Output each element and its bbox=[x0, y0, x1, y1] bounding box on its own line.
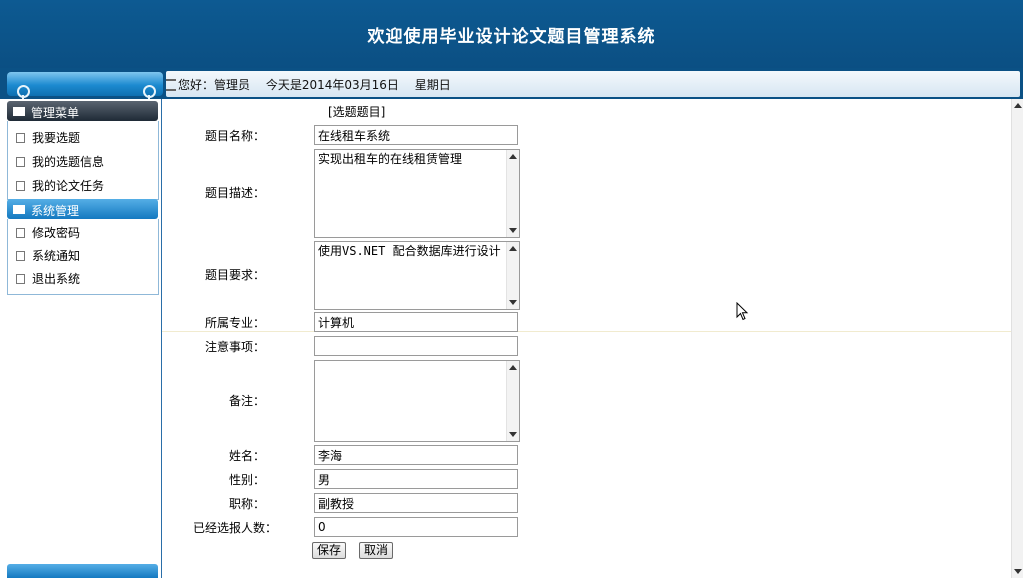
scroll-down-icon bbox=[509, 300, 517, 305]
gender-input[interactable] bbox=[314, 469, 518, 489]
top-bar: 您好：管理员 今天是2014年03月16日 星期日 bbox=[0, 68, 1023, 103]
sidebar: 管理菜单 我要选题 我的选题信息 我的论文任务 系统管理 修改密码 系统通知 退… bbox=[0, 99, 162, 578]
document-icon bbox=[16, 181, 25, 191]
clip-icon bbox=[143, 85, 156, 103]
form-title: [选题题目] bbox=[328, 105, 386, 119]
topic-name-input[interactable] bbox=[314, 125, 518, 145]
sidebar-item-label: 我的选题信息 bbox=[32, 155, 105, 169]
sidebar-footer bbox=[7, 564, 158, 578]
textarea-scrollbar[interactable] bbox=[506, 242, 519, 309]
sidebar-item-system-notice[interactable]: 系统通知 bbox=[16, 247, 80, 264]
gender-label: 性别： bbox=[228, 473, 265, 487]
topic-desc-text: 实现出租车的在线租赁管理 bbox=[318, 152, 463, 166]
title-rank-input[interactable] bbox=[314, 493, 518, 513]
clip-icon bbox=[17, 85, 30, 103]
scroll-up-icon bbox=[509, 365, 517, 370]
menu-header: 管理菜单 bbox=[7, 101, 158, 121]
topic-req-textarea[interactable]: 使用VS.NET 配合数据库进行设计 bbox=[314, 241, 520, 310]
sidebar-item-my-topic-info[interactable]: 我的选题信息 bbox=[16, 153, 104, 170]
notes-input[interactable] bbox=[314, 336, 518, 356]
sidebar-item-label: 修改密码 bbox=[32, 226, 81, 240]
topic-desc-label: 题目描述： bbox=[204, 186, 265, 200]
notes-label: 注意事项： bbox=[204, 340, 265, 354]
system-icon bbox=[13, 205, 25, 214]
mouse-cursor-icon bbox=[736, 302, 749, 321]
sidebar-item-select-topic[interactable]: 我要选题 bbox=[16, 129, 80, 146]
document-icon bbox=[16, 251, 25, 261]
sidebar-item-logout[interactable]: 退出系统 bbox=[16, 270, 80, 287]
selected-count-input[interactable] bbox=[314, 517, 518, 537]
textarea-scrollbar[interactable] bbox=[506, 361, 519, 441]
sidebar-item-label: 退出系统 bbox=[32, 272, 81, 286]
document-icon bbox=[16, 157, 25, 167]
selected-count-label: 已经选报人数： bbox=[192, 521, 277, 535]
app-title: 欢迎使用毕业设计论文题目管理系统 bbox=[367, 27, 656, 47]
scroll-down-icon bbox=[1014, 569, 1022, 574]
scroll-down-icon bbox=[509, 228, 517, 233]
save-button[interactable]: 保存 bbox=[312, 542, 347, 559]
topic-name-label: 题目名称： bbox=[204, 129, 265, 143]
name-label: 姓名： bbox=[228, 449, 265, 463]
topic-desc-textarea[interactable]: 实现出租车的在线租赁管理 bbox=[314, 149, 520, 238]
scroll-up-icon bbox=[1014, 103, 1022, 108]
scroll-up-icon bbox=[509, 154, 517, 159]
scroll-down-icon bbox=[509, 432, 517, 437]
title-rank-label: 职称： bbox=[228, 497, 265, 511]
sidebar-item-my-thesis-task[interactable]: 我的论文任务 bbox=[16, 177, 104, 194]
document-icon bbox=[16, 133, 25, 143]
scroll-up-icon bbox=[509, 246, 517, 251]
sidebar-item-label: 我要选题 bbox=[32, 131, 81, 145]
page-scrollbar[interactable] bbox=[1011, 99, 1023, 578]
system-header[interactable]: 系统管理 bbox=[7, 199, 158, 219]
remark-textarea[interactable] bbox=[314, 360, 520, 442]
menu-list: 我要选题 我的选题信息 我的论文任务 bbox=[7, 121, 159, 200]
sidebar-item-change-password[interactable]: 修改密码 bbox=[16, 224, 80, 241]
sidebar-item-label: 我的论文任务 bbox=[32, 179, 105, 193]
document-icon bbox=[16, 228, 25, 238]
divider bbox=[162, 331, 1011, 332]
greeting-icon bbox=[166, 79, 176, 91]
topic-req-label: 题目要求： bbox=[204, 268, 265, 282]
name-input[interactable] bbox=[314, 445, 518, 465]
system-header-label: 系统管理 bbox=[31, 204, 80, 218]
textarea-scrollbar[interactable] bbox=[506, 150, 519, 237]
menu-grid-icon bbox=[13, 107, 25, 116]
topic-req-text: 使用VS.NET 配合数据库进行设计 bbox=[318, 244, 501, 258]
greeting-bar: 您好：管理员 今天是2014年03月16日 星期日 bbox=[166, 71, 1020, 97]
header-banner: 欢迎使用毕业设计论文题目管理系统 bbox=[0, 0, 1023, 68]
greeting-text: 您好：管理员 今天是2014年03月16日 星期日 bbox=[178, 78, 451, 92]
cancel-button[interactable]: 取消 bbox=[359, 542, 394, 559]
remark-label: 备注： bbox=[228, 394, 265, 408]
topbar-left-panel bbox=[7, 72, 163, 103]
major-label: 所属专业： bbox=[204, 316, 265, 330]
sidebar-item-label: 系统通知 bbox=[32, 249, 81, 263]
system-menu-list: 修改密码 系统通知 退出系统 bbox=[7, 219, 159, 295]
document-icon bbox=[16, 274, 25, 284]
major-input[interactable] bbox=[314, 312, 518, 332]
main-content: [选题题目] 题目名称： 题目描述： 实现出租车的在线租赁管理 题目要求： 使用… bbox=[162, 99, 1011, 578]
menu-header-label: 管理菜单 bbox=[31, 106, 80, 120]
